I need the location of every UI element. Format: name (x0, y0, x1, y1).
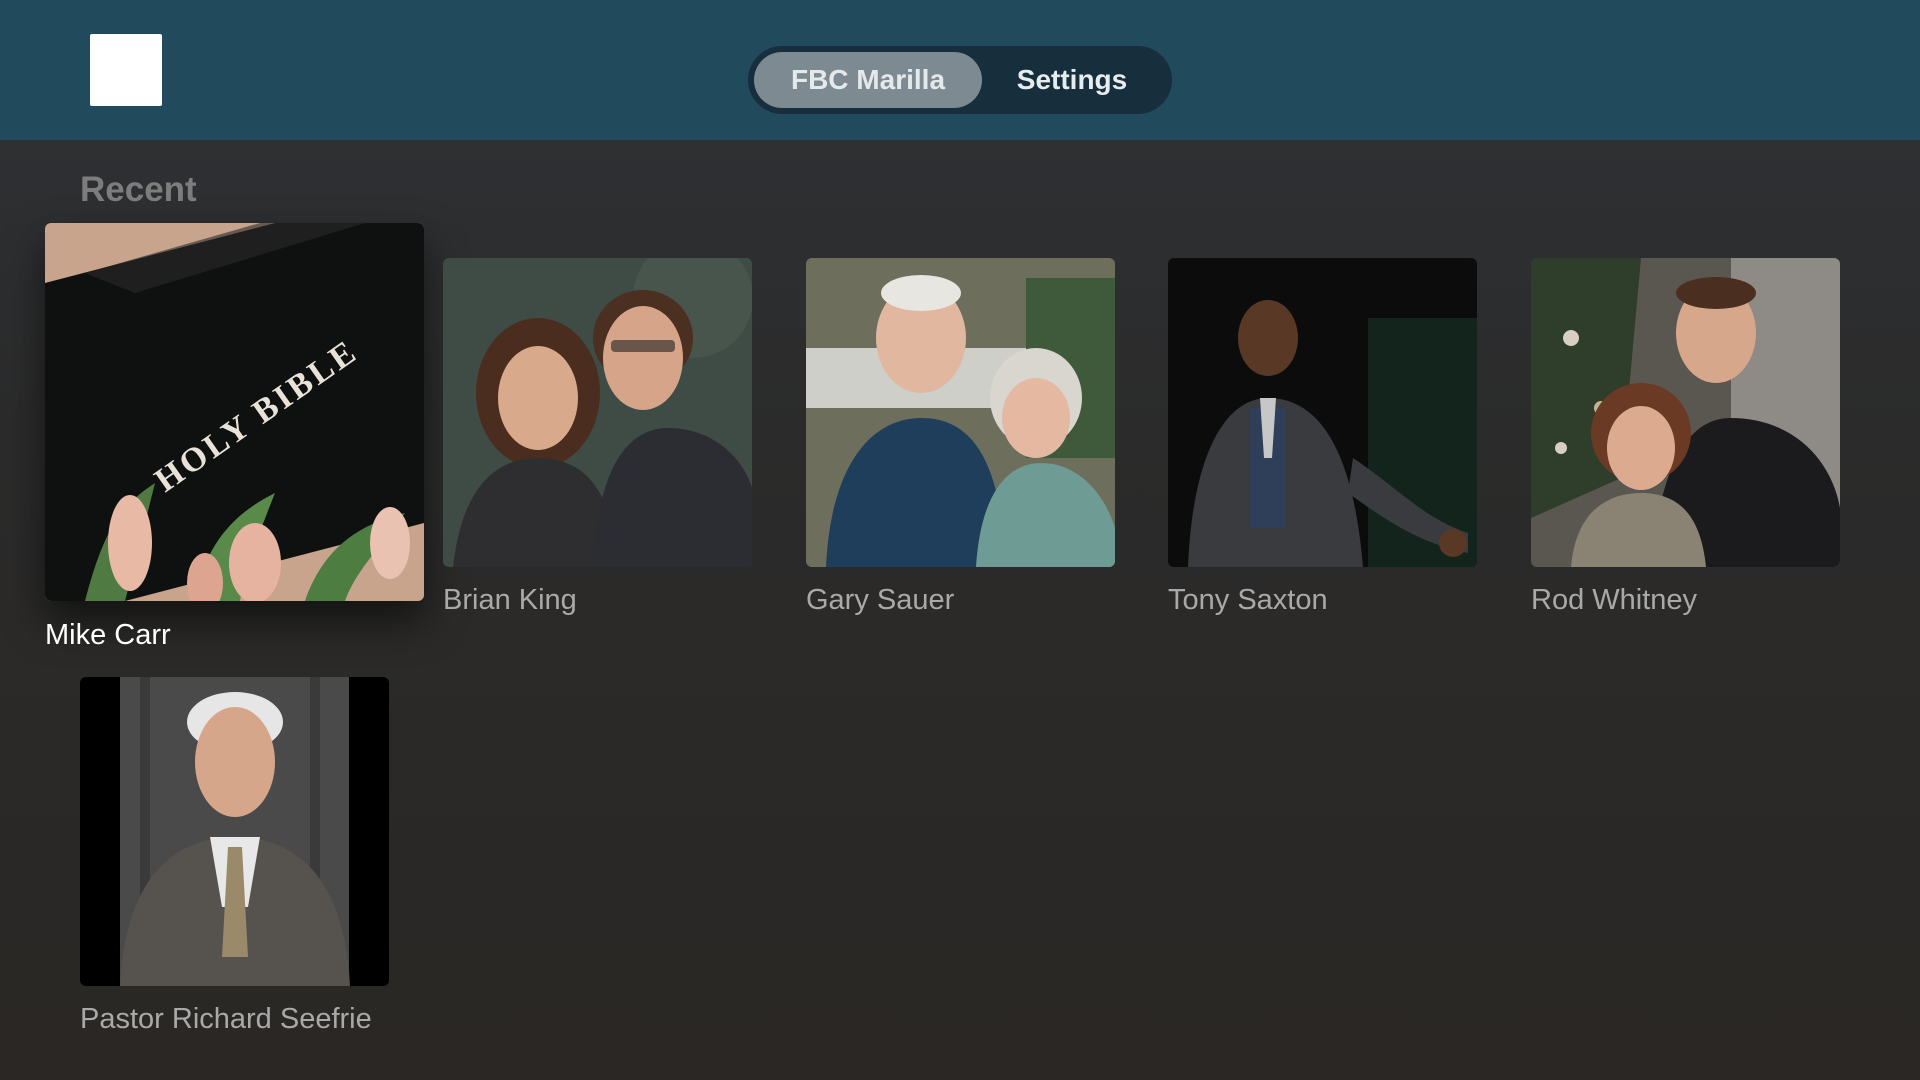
tab-fbc-marilla[interactable]: FBC Marilla (754, 52, 982, 108)
couple-porch-portrait-image (806, 258, 1115, 567)
tile-label: Tony Saxton (1168, 584, 1328, 616)
section-title-recent: Recent (80, 170, 197, 209)
pastor-portrait-image (80, 677, 389, 986)
tile-label: Pastor Richard Seefrie (80, 1003, 372, 1035)
couple-christmas-tree-image (1531, 258, 1840, 567)
tile-label: Gary Sauer (806, 584, 955, 616)
tab-settings[interactable]: Settings (984, 52, 1160, 108)
podcast-tile-mike-carr[interactable]: HOLY BIBLE Mike Carr (45, 223, 425, 663)
podcast-tile-pastor-richard-seefrie[interactable]: Pastor Richard Seefrie (80, 677, 389, 1037)
top-navigation-bar: FBC Marilla Settings (0, 0, 1920, 140)
podcast-tile-rod-whitney[interactable]: Rod Whitney (1531, 258, 1840, 618)
tile-label: Rod Whitney (1531, 584, 1698, 616)
couple-portrait-image (443, 258, 752, 567)
podcast-tile-tony-saxton[interactable]: Tony Saxton (1168, 258, 1477, 618)
tile-label: Mike Carr (45, 619, 171, 651)
holy-bible-tulips-image: HOLY BIBLE (45, 223, 424, 601)
app-logo-icon[interactable] (90, 34, 162, 106)
tile-label: Brian King (443, 584, 577, 616)
podcast-tile-gary-sauer[interactable]: Gary Sauer (806, 258, 1115, 618)
singer-on-stage-image (1168, 258, 1477, 567)
podcast-tile-brian-king[interactable]: Brian King (443, 258, 752, 618)
tab-bar: FBC Marilla Settings (748, 46, 1172, 114)
